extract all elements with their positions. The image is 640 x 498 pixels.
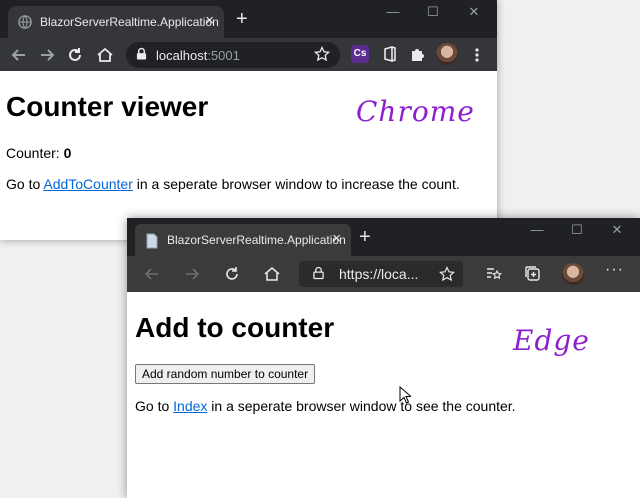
edge-tabstrip: BlazorServerRealtime.Application × + — ☐…	[127, 218, 640, 256]
edge-home-icon[interactable]	[261, 263, 283, 285]
url-host: localhost	[156, 48, 208, 63]
chrome-window: BlazorServerRealtime.Application × + — ☐…	[0, 0, 497, 240]
edge-annotation: Edge	[513, 324, 590, 357]
edge-close-icon[interactable]: ✕	[594, 218, 640, 242]
profile-avatar[interactable]	[436, 43, 458, 65]
favorites-icon[interactable]	[482, 263, 504, 285]
edge-refresh-icon[interactable]	[221, 263, 243, 285]
extension-cs-icon[interactable]: Cs	[351, 45, 369, 63]
home-icon[interactable]	[94, 44, 116, 66]
forward-arrow-icon[interactable]	[36, 44, 58, 66]
page-title: Add to counter	[135, 312, 335, 343]
back-arrow-icon[interactable]	[8, 44, 30, 66]
chrome-tab-close-icon[interactable]: ×	[205, 13, 214, 28]
chrome-address-bar[interactable]: localhost:5001	[126, 42, 340, 68]
chrome-tab[interactable]: BlazorServerRealtime.Application ×	[8, 6, 224, 38]
office-extension-icon[interactable]	[381, 45, 399, 63]
edge-favorite-star-icon[interactable]	[439, 266, 455, 285]
lock-icon	[136, 47, 147, 64]
add-random-number-button[interactable]: Add random number to counter	[135, 364, 316, 384]
star-icon[interactable]	[313, 45, 331, 65]
edge-url: https://loca...	[339, 266, 419, 282]
edge-lock-icon	[313, 266, 324, 283]
collections-icon[interactable]	[522, 263, 544, 285]
chrome-page-content: Counter viewer Chrome Counter: 0 Go to A…	[0, 71, 497, 240]
counter-value: 0	[63, 145, 72, 161]
reload-icon[interactable]	[64, 44, 86, 66]
edge-profile-avatar[interactable]	[562, 263, 584, 285]
edge-tab-close-icon[interactable]: ×	[332, 231, 341, 246]
page-icon	[145, 233, 159, 249]
edge-window: BlazorServerRealtime.Application × + — ☐…	[127, 218, 640, 498]
instruction-line: Go to AddToCounter in a seperate browser…	[6, 176, 460, 192]
edge-forward-arrow-icon[interactable]	[181, 263, 203, 285]
edge-toolbar: https://loca... ···	[127, 256, 640, 292]
page-title: Counter viewer	[6, 91, 209, 122]
edge-tab-title: BlazorServerRealtime.Application	[167, 233, 346, 247]
more-vertical-icon[interactable]	[466, 44, 488, 66]
edge-more-icon[interactable]: ···	[605, 261, 627, 283]
chrome-tabstrip: BlazorServerRealtime.Application × + — ☐…	[0, 0, 497, 38]
edge-new-tab-icon[interactable]: +	[359, 227, 371, 247]
chrome-toolbar: localhost:5001 Cs	[0, 38, 497, 71]
chrome-annotation: Chrome	[356, 95, 475, 128]
edge-page-content: Add to counter Edge Add random number to…	[127, 292, 640, 498]
counter-line: Counter: 0	[6, 145, 71, 161]
edge-tab[interactable]: BlazorServerRealtime.Application ×	[135, 224, 351, 256]
url-port: :5001	[207, 48, 240, 63]
mouse-cursor-icon	[399, 385, 413, 409]
go-to-text: Go to	[6, 176, 44, 192]
chrome-url: localhost:5001	[156, 48, 240, 63]
puzzle-icon[interactable]	[409, 45, 427, 63]
chrome-close-icon[interactable]: ✕	[451, 0, 497, 24]
add-to-counter-link[interactable]: AddToCounter	[43, 176, 133, 192]
chrome-tab-title: BlazorServerRealtime.Application	[40, 15, 219, 29]
edge-address-bar[interactable]: https://loca...	[299, 261, 463, 287]
chrome-new-tab-icon[interactable]: +	[236, 9, 248, 29]
instruction-line: Go to Index in a seperate browser window…	[135, 398, 516, 414]
counter-label: Counter:	[6, 145, 64, 161]
tail-text: in a seperate browser window to see the …	[207, 398, 516, 414]
edge-back-arrow-icon[interactable]	[141, 263, 163, 285]
chrome-maximize-icon[interactable]: ☐	[410, 0, 456, 24]
index-link[interactable]: Index	[173, 398, 207, 414]
go-to-text: Go to	[135, 398, 174, 414]
tail-text: in a seperate browser window to increase…	[132, 176, 460, 192]
globe-icon	[18, 15, 32, 29]
